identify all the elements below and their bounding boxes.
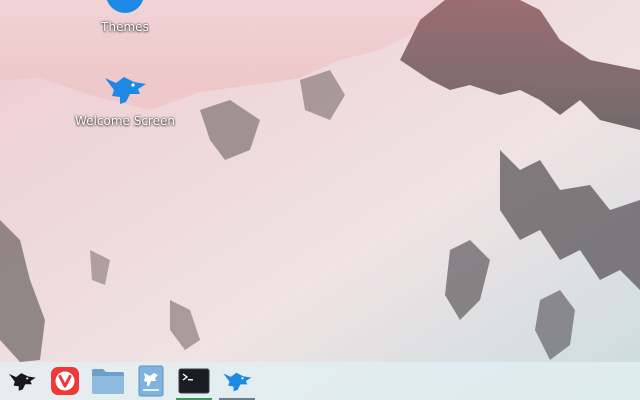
taskbar [0, 362, 640, 400]
wallpaper [0, 0, 640, 400]
start-menu-button[interactable] [2, 362, 42, 400]
folder-icon [92, 369, 124, 394]
bird-icon [8, 373, 36, 391]
document-icon [138, 365, 164, 397]
bird-icon [223, 372, 252, 392]
desktop-icon-themes[interactable]: Themes [65, 0, 185, 34]
terminal-icon [178, 368, 210, 394]
terminal-task-button[interactable] [174, 362, 214, 400]
desktop-icon-label: Welcome Screen [75, 114, 175, 128]
bird-icon [105, 77, 146, 104]
vivaldi-icon [51, 367, 79, 395]
file-manager-launcher-button[interactable] [88, 362, 128, 400]
welcome-screen-task-button[interactable] [217, 362, 257, 400]
desktop-icon-label: Themes [101, 20, 149, 34]
desktop: Themes Welcome Screen [0, 0, 640, 400]
document-viewer-launcher-button[interactable] [131, 362, 171, 400]
themes-icon [106, 0, 144, 13]
desktop-icon-welcome-screen[interactable]: Welcome Screen [65, 70, 185, 128]
vivaldi-launcher-button[interactable] [45, 362, 85, 400]
